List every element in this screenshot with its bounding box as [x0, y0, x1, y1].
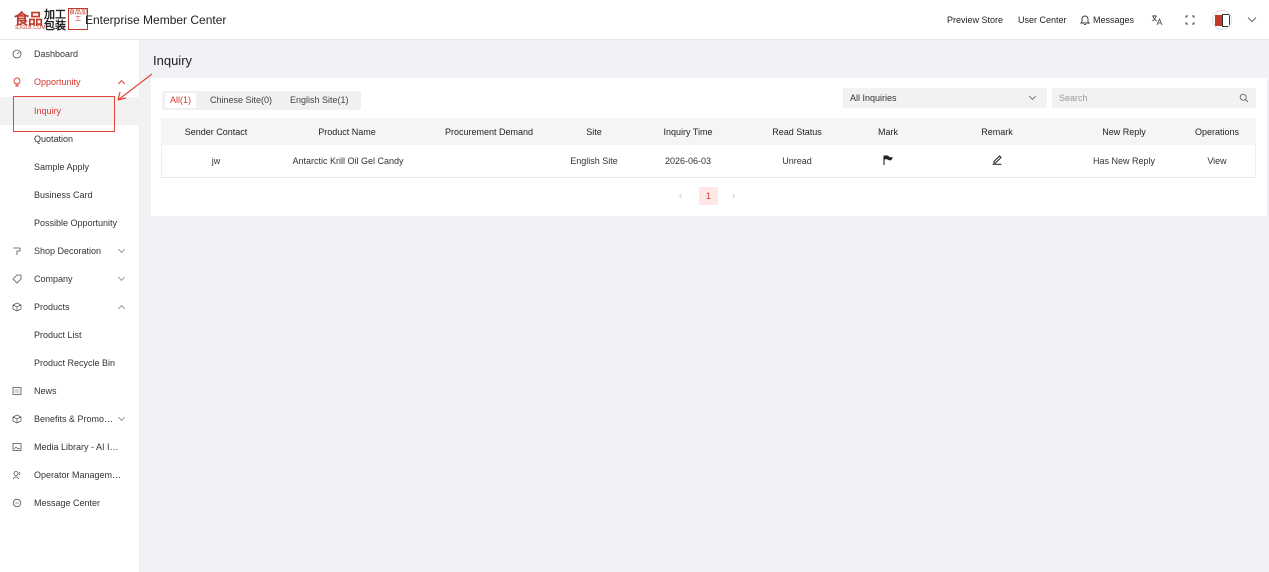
sidebar-item-label: Benefits & Promo… [34, 414, 114, 424]
tab-all[interactable]: All(1) [165, 93, 197, 108]
chevron-down-icon[interactable] [1247, 13, 1257, 23]
news-icon [12, 387, 22, 395]
chevron-up-icon [117, 304, 126, 313]
site-cell: English Site [570, 156, 618, 166]
logo-side-text: 加工包装 [44, 8, 66, 32]
page-title: Inquiry [153, 53, 193, 68]
sidebar-item-label: Product List [34, 330, 82, 340]
flag-icon[interactable] [882, 154, 894, 166]
sender-contact-cell: jw [211, 156, 221, 166]
sidebar-item-label: Opportunity [34, 77, 81, 87]
dashboard-icon [12, 49, 22, 59]
sidebar-item-label: Shop Decoration [34, 246, 102, 256]
fullscreen-icon[interactable] [1184, 14, 1196, 26]
sidebar-item-benefits[interactable]: Benefits & Promo… [0, 405, 140, 433]
column-header: Operations [1194, 127, 1240, 137]
gift-icon [12, 414, 22, 424]
tab-english-site[interactable]: English Site(1) [285, 93, 354, 108]
sidebar-item-possible-opportunity[interactable]: Possible Opportunity [0, 209, 140, 237]
messages-link[interactable]: Messages [1093, 15, 1134, 25]
sidebar-item-label: Possible Opportunity [34, 218, 118, 228]
chevron-down-icon [1028, 92, 1037, 101]
sidebar-item-label: Message Center [34, 498, 101, 508]
column-header: Site [586, 127, 602, 137]
chevron-down-icon [117, 273, 126, 282]
inquiry-filter-value: All Inquiries [850, 93, 897, 103]
column-header: Product Name [318, 127, 376, 137]
bell-icon[interactable] [1080, 14, 1090, 26]
lightbulb-icon [13, 77, 21, 87]
page-number-current[interactable]: 1 [699, 187, 718, 205]
sidebar-item-business-card[interactable]: Business Card [0, 181, 140, 209]
sidebar-item-products[interactable]: Products [0, 293, 140, 321]
column-header: New Reply [1102, 127, 1146, 137]
top-header: 食品 加工包装 SJGLB.COM 食品加工 Enterprise Member… [0, 0, 1269, 40]
site-tabs: All(1) Chinese Site(0) English Site(1) [162, 91, 361, 110]
product-name-cell: Antarctic Krill Oil Gel Candy [292, 156, 404, 166]
sidebar-item-label: Sample Apply [34, 162, 90, 172]
translate-icon[interactable] [1151, 14, 1163, 26]
preview-store-link[interactable]: Preview Store [947, 15, 1003, 25]
sidebar-item-message-center[interactable]: Message Center [0, 489, 140, 517]
chat-icon [12, 498, 22, 508]
sidebar-item-media-library[interactable]: Media Library - AI I… [0, 433, 140, 461]
search-icon[interactable] [1239, 93, 1249, 103]
read-status-cell: Unread [782, 156, 812, 166]
users-icon [12, 471, 21, 480]
edit-icon[interactable] [991, 153, 1003, 165]
table-row: jw Antarctic Krill Oil Gel Candy English… [161, 145, 1256, 178]
sidebar-item-label: News [34, 386, 57, 396]
column-header: Read Status [772, 127, 822, 137]
inquiry-filter-select[interactable]: All Inquiries [843, 88, 1047, 108]
sidebar-item-label: Quotation [34, 134, 74, 144]
sidebar-item-shop-decoration[interactable]: Shop Decoration [0, 237, 140, 265]
image-icon [12, 443, 22, 451]
chevron-down-icon [117, 245, 126, 254]
prev-page-button[interactable]: ‹ [679, 190, 682, 200]
new-reply-cell: Has New Reply [1092, 156, 1156, 166]
sidebar-item-label: Dashboard [34, 49, 79, 59]
sidebar-item-operator-management[interactable]: Operator Managem… [0, 461, 140, 489]
logo-domain: SJGLB.COM [15, 25, 46, 31]
sidebar-item-product-recycle-bin[interactable]: Product Recycle Bin [0, 349, 140, 377]
sidebar-item-company[interactable]: Company [0, 265, 140, 293]
column-header: Procurement Demand [444, 127, 534, 137]
brush-icon [13, 247, 21, 255]
column-header: Sender Contact [184, 127, 248, 137]
cube-icon [12, 302, 22, 312]
next-page-button[interactable]: › [732, 190, 735, 200]
avatar[interactable] [1212, 10, 1232, 30]
sidebar-item-label: Business Card [34, 190, 93, 200]
annotation-highlight-box [13, 96, 115, 132]
sidebar-item-sample-apply[interactable]: Sample Apply [0, 153, 140, 181]
sidebar-item-label: Product Recycle Bin [34, 358, 116, 368]
app-title: Enterprise Member Center [85, 13, 227, 27]
sidebar-item-label: Media Library - AI I… [34, 442, 119, 452]
sidebar-item-product-list[interactable]: Product List [0, 321, 140, 349]
sidebar-item-dashboard[interactable]: Dashboard [0, 40, 140, 68]
sidebar-item-label: Products [34, 302, 70, 312]
user-center-link[interactable]: User Center [1018, 15, 1067, 25]
inquiry-time-cell: 2026-06-03 [664, 156, 712, 166]
sidebar-item-news[interactable]: News [0, 377, 140, 405]
tag-icon [12, 274, 22, 284]
site-logo[interactable]: 食品 加工包装 SJGLB.COM 食品加工 [14, 8, 88, 32]
pagination: ‹ 1 › [675, 186, 745, 206]
column-header: Inquiry Time [663, 127, 713, 137]
view-link[interactable]: View [1207, 156, 1226, 166]
column-header: Mark [878, 127, 898, 137]
tab-chinese-site[interactable]: Chinese Site(0) [205, 93, 277, 108]
table-header: Sender Contact Product Name Procurement … [161, 118, 1256, 145]
chevron-down-icon [117, 413, 126, 422]
column-header: Remark [981, 127, 1013, 137]
search-input[interactable] [1052, 88, 1256, 108]
sidebar-item-label: Operator Managem… [34, 470, 122, 480]
sidebar-item-label: Company [34, 274, 73, 284]
